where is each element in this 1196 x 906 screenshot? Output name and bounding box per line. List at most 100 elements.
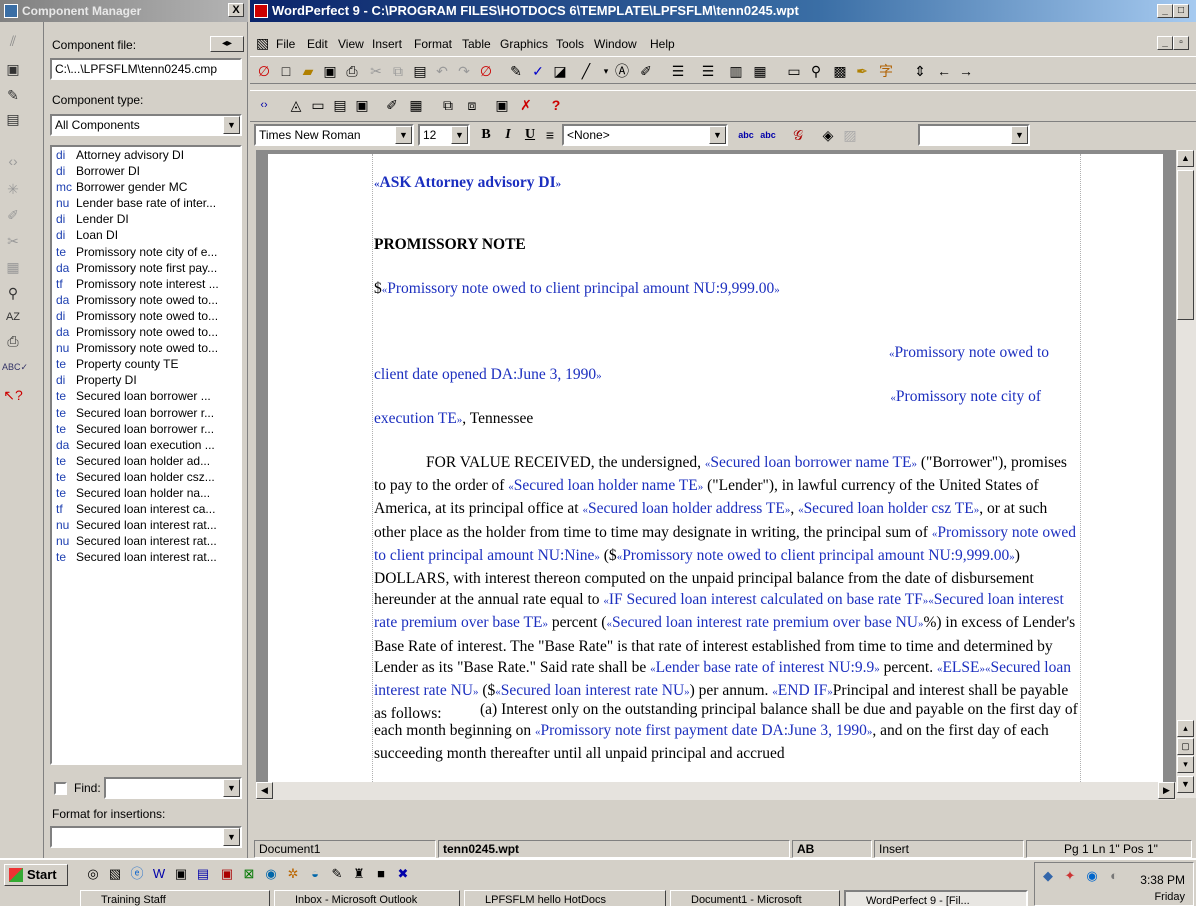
list-item[interactable]: te Secured loan borrower r... [52,421,240,437]
field-markers-icon[interactable]: ‹› [254,95,274,115]
maximize-icon[interactable]: □ [1173,4,1189,18]
quicklaunch-note-icon[interactable]: ✎ [328,865,346,883]
columns-icon[interactable]: ▥ [726,61,746,81]
list-item[interactable]: mc Borrower gender MC [52,179,240,195]
list-item[interactable]: nu Secured loan interest rat... [52,533,240,549]
list-item[interactable]: da Promissory note owed to... [52,292,240,308]
sort-arrows-icon[interactable]: ⇕ [910,61,930,81]
help-icon[interactable]: ? [546,95,566,115]
menu-insert[interactable]: Insert [372,37,402,51]
status-insert[interactable]: Insert [874,840,1024,858]
prev-page-icon[interactable]: ▴ [1177,720,1194,737]
hotdocs-field[interactable]: Secured loan holder name TE [514,477,698,494]
principal-amount-field[interactable]: Promissory note owed to client principal… [387,280,774,297]
tray-sync-icon[interactable]: ◉ [1083,867,1101,885]
list-item[interactable]: di Loan DI [52,227,240,243]
quicklaunch-app-icon[interactable]: ▣ [172,865,190,883]
tray-alert-icon[interactable]: ✦ [1061,867,1079,885]
file-nav-arrows[interactable]: ◂▸ [210,36,244,52]
scroll-down-icon[interactable]: ▼ [1177,776,1194,793]
binoculars-icon[interactable]: ⚲ [2,282,24,304]
spell-check-icon[interactable]: ABC✓ [2,356,28,378]
document-icon[interactable]: ▧ [256,35,269,52]
hotdocs-field[interactable]: Secured loan holder address TE [588,500,785,517]
hotdocs-field[interactable]: Promissory note owed to client principal… [622,547,1009,564]
justify-icon[interactable]: ≡ [540,125,560,145]
open-icon[interactable]: ▰ [298,61,318,81]
chevron-down-icon[interactable]: ▼ [709,126,726,144]
task-outlook[interactable]: Inbox - Microsoft Outlook [274,890,460,906]
city-line-a[interactable]: «Promissory note city of [374,386,1079,409]
text-box-icon[interactable]: Ⓐ [612,61,632,81]
list-item[interactable]: di Lender DI [52,211,240,227]
doc-restore-icon[interactable]: ▫ [1173,36,1189,50]
body-paragraph[interactable]: FOR VALUE RECEIVED, the undersigned, «Se… [374,452,1079,724]
hotdocs-field[interactable]: ELSE [942,659,979,676]
clock[interactable]: 3:38 PM [1140,873,1185,887]
extra-select[interactable]: ▼ [918,124,1030,146]
table-icon[interactable]: ▦ [750,61,770,81]
list-item[interactable]: te Property county TE [52,356,240,372]
next-page-icon[interactable]: ▾ [1177,756,1194,773]
menu-help[interactable]: Help [650,37,675,51]
quicklaunch-calendar-icon[interactable]: ▤ [194,865,212,883]
variable-icon[interactable]: ◬ [286,95,306,115]
spell-as-you-go-icon[interactable]: abc [736,125,756,145]
quicklaunch-powerpoint-icon[interactable]: ▣ [218,865,236,883]
list-item[interactable]: di Borrower DI [52,163,240,179]
hotdocs-field[interactable]: Lender base rate of interest NU:9.9 [656,659,875,676]
quicklaunch-sys-icon[interactable]: ■ [372,865,390,883]
menu-edit[interactable]: Edit [307,37,328,51]
hotdocs-field[interactable]: Secured loan borrower name TE [710,454,911,471]
hatch-icon[interactable]: ⫽ [2,30,24,52]
format-icon[interactable]: 𝒢 [788,125,808,145]
properties-icon[interactable]: ✎ [2,84,24,106]
chevron-down-icon[interactable]: ▼ [223,116,240,134]
wordperfect-titlebar[interactable]: WordPerfect 9 - C:\PROGRAM FILES\HOTDOCS… [250,0,1196,22]
help-pointer-icon[interactable]: ↖? [2,384,24,406]
print-icon[interactable]: ⎙ [2,330,24,352]
component-manager-titlebar[interactable]: Component Manager X [0,0,248,22]
menu-window[interactable]: Window [594,37,637,51]
menu-table[interactable]: Table [462,37,491,51]
task-wordperfect[interactable]: WordPerfect 9 - [Fil... [844,890,1028,906]
line-icon[interactable]: ╱ [576,61,596,81]
amount-line[interactable]: $«Promissory note owed to client princip… [374,278,1079,301]
list-item[interactable]: te Secured loan borrower r... [52,405,240,421]
font-name-select[interactable]: Times New Roman ▼ [254,124,414,146]
shadow-icon[interactable]: ▨ [840,125,860,145]
document-heading[interactable]: PROMISSORY NOTE [374,234,1079,255]
horizontal-scrollbar[interactable]: ◀ ▶ [256,782,1176,800]
scroll-up-icon[interactable]: ▲ [1177,150,1194,167]
grammar-icon[interactable]: abc [758,125,778,145]
menu-format[interactable]: Format [414,37,452,51]
quicklaunch-ie-icon[interactable]: ◎ [84,865,102,883]
quicklaunch-wp-icon[interactable]: ✖ [394,865,412,883]
back-arrow-icon[interactable]: ← [934,61,954,81]
quicklaunch-word-icon[interactable]: W [150,865,168,883]
chart-icon[interactable]: ▩ [830,61,850,81]
list-item[interactable]: tf Promissory note interest ... [52,276,240,292]
field-markers-icon[interactable]: ‹› [2,150,24,172]
task-training-staff[interactable]: Training Staff [80,890,270,906]
doc-minimize-icon[interactable]: _ [1157,36,1173,50]
list-item[interactable]: te Secured loan holder na... [52,485,240,501]
hotdocs-field[interactable]: END IF [778,682,828,699]
underline-button[interactable]: U [520,125,540,145]
dialog-icon[interactable]: ▭ [308,95,328,115]
font-size-select[interactable]: 12 ▼ [418,124,470,146]
hotdocs-field[interactable]: Secured loan holder csz TE [804,500,974,517]
template-icon[interactable]: ▤ [2,108,24,130]
list-item[interactable]: tf Secured loan interest ca... [52,501,240,517]
task-word[interactable]: Document1 - Microsoft [670,890,840,906]
menu-tools[interactable]: Tools [556,37,584,51]
status-file[interactable]: tenn0245.wpt [438,840,790,858]
menu-view[interactable]: View [338,37,364,51]
payment-paragraph[interactable]: (a) Interest only on the outstanding pri… [374,699,1079,765]
scroll-right-icon[interactable]: ▶ [1158,782,1175,799]
date-opened-field-a[interactable]: Promissory note owed to [894,344,1049,361]
sort-icon[interactable]: AZ [2,306,24,328]
browse-icon[interactable]: ▢ [1177,738,1194,755]
italic-button[interactable]: I [498,125,518,145]
list-item[interactable]: te Secured loan holder ad... [52,453,240,469]
